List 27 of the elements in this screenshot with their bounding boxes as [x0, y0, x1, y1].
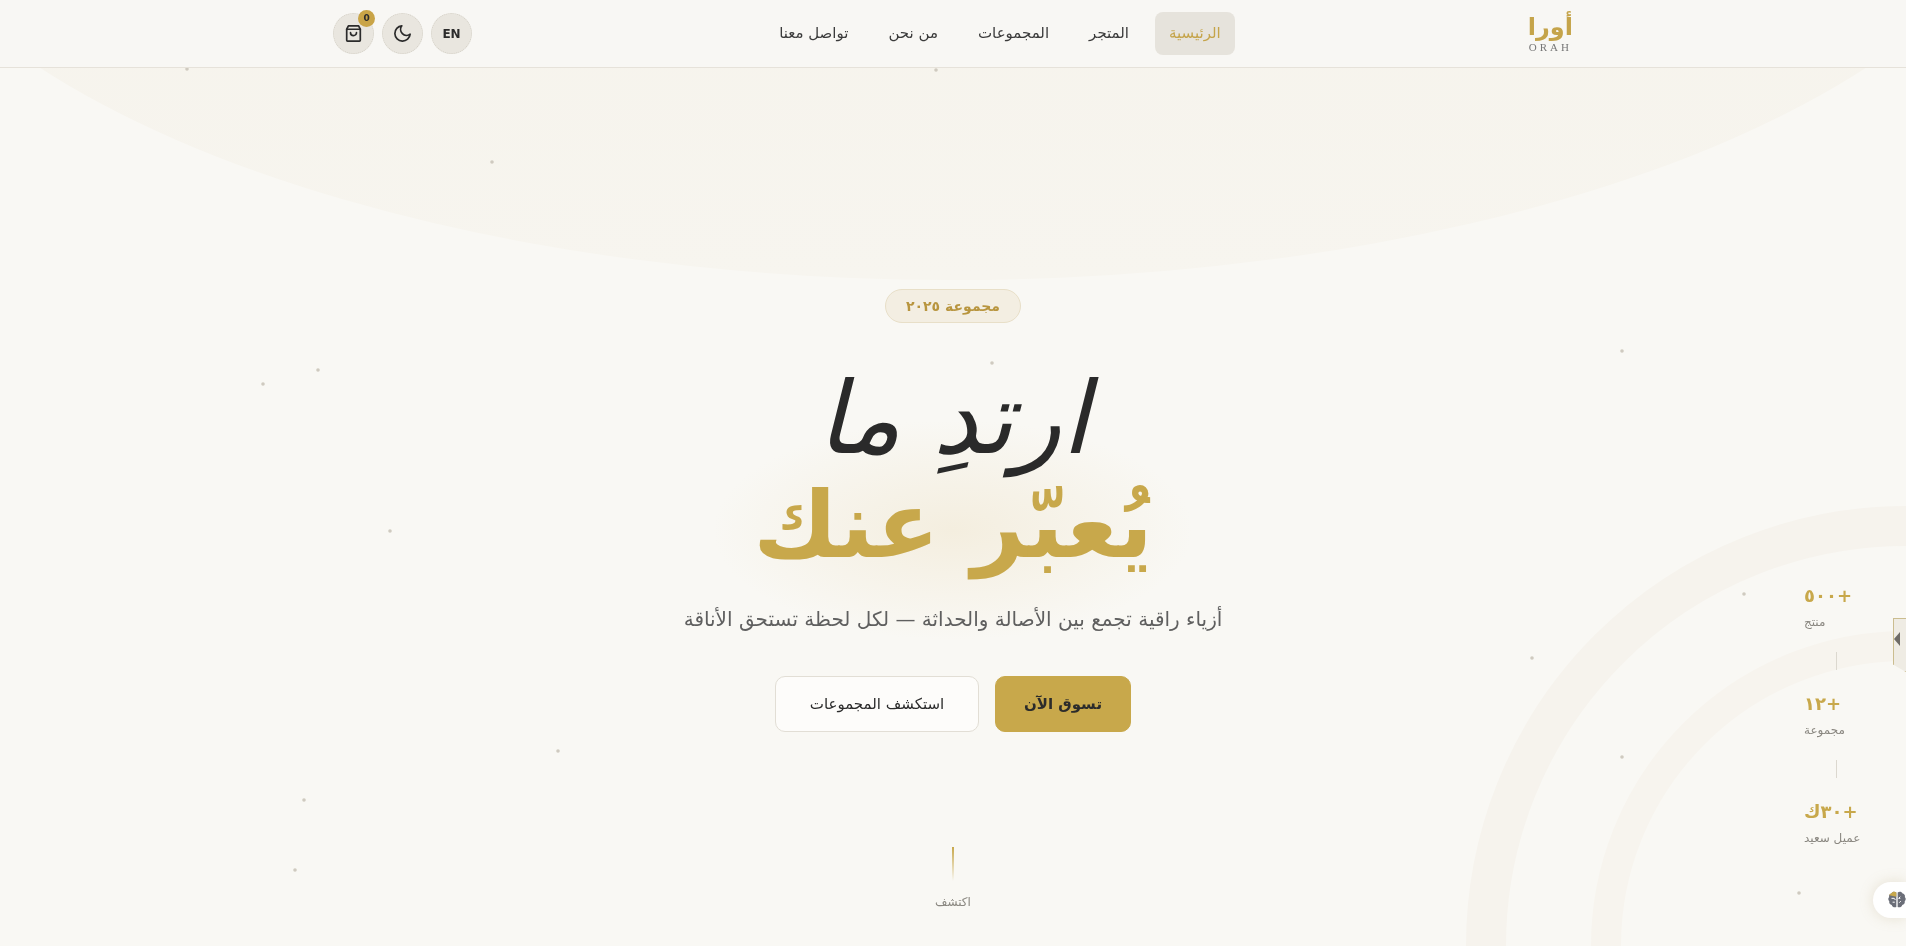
brand-latin-text: ORAH [1527, 41, 1573, 55]
nav-link[interactable]: من نحن [874, 12, 952, 55]
nav-link[interactable]: المتجر [1075, 12, 1143, 55]
nav-link[interactable]: المجموعات [963, 12, 1064, 55]
stat-label: منتج [1804, 614, 1827, 630]
scroll-hint-label[interactable]: اكتشف [935, 893, 971, 911]
brain-icon [1888, 891, 1906, 909]
cart-count-badge: 0 [358, 10, 375, 27]
stat-value: +٥٠٠ [1804, 584, 1854, 608]
caret-icon [1894, 632, 1900, 646]
shopping-bag-icon [345, 25, 362, 42]
scroll-indicator-line [952, 847, 954, 881]
side-panel-tab[interactable] [1893, 618, 1906, 672]
shop-now-button[interactable]: تسوق الآن [995, 676, 1131, 732]
nav-link[interactable]: تواصل معنا [765, 12, 863, 55]
stat-label: عميل سعيد [1804, 830, 1862, 846]
theme-toggle-button[interactable] [382, 13, 423, 54]
stat-value: +١٢ [1804, 692, 1843, 716]
stat-value: +٣٠ك [1804, 800, 1859, 824]
brain-widget-button[interactable] [1873, 882, 1906, 918]
cart-button[interactable]: 0 [333, 13, 374, 54]
collection-badge: مجموعة ٢٠٢٥ [885, 289, 1022, 323]
moon-icon [394, 25, 411, 42]
hero-subtitle: أزياء راقية تجمع بين الأصالة والحداثة — لكل لحظة تستحق الأناقة [683, 605, 1223, 633]
stat-label: مجموعة [1804, 722, 1846, 738]
explore-button[interactable]: استكشف المجموعات [775, 676, 979, 732]
language-button[interactable]: EN [431, 13, 472, 54]
